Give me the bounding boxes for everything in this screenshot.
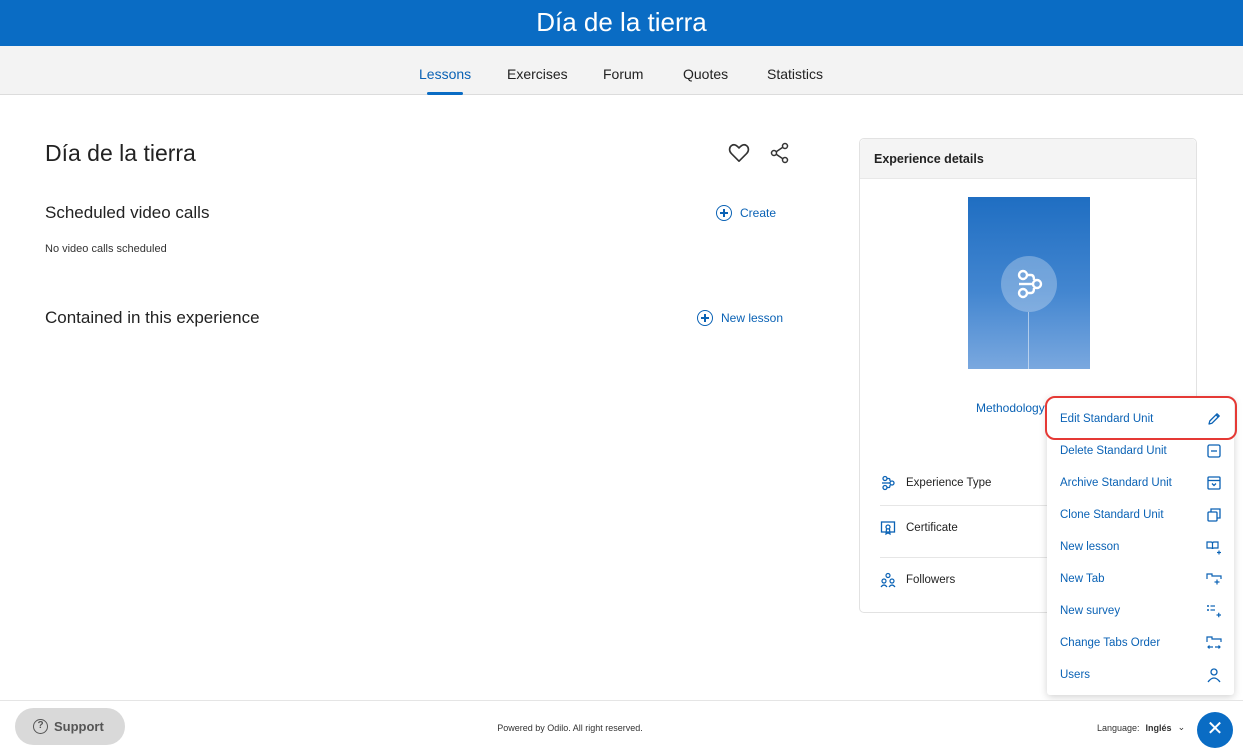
tab-bar: Lessons Exercises Forum Quotes Statistic…	[0, 46, 1243, 95]
chevron-down-icon: ⌄	[1177, 722, 1186, 732]
pencil-icon	[1208, 413, 1220, 425]
menu-item-new-lesson[interactable]: New lesson	[1047, 531, 1234, 563]
experience-cover-image	[968, 197, 1090, 369]
menu-item-edit-standard-unit[interactable]: Edit Standard Unit	[1047, 403, 1234, 435]
certificate-icon	[880, 520, 896, 535]
favorite-heart-icon[interactable]	[728, 143, 750, 163]
language-selector[interactable]: Language: Inglés ⌄	[1097, 722, 1185, 733]
create-video-call-button[interactable]: Create	[716, 205, 776, 221]
menu-item-clone-standard-unit[interactable]: Clone Standard Unit	[1047, 499, 1234, 531]
language-label: Language:	[1097, 722, 1140, 733]
video-calls-empty-text: No video calls scheduled	[45, 243, 167, 255]
close-menu-button[interactable]: ✕	[1197, 712, 1233, 748]
tab-statistics[interactable]: Statistics	[767, 46, 823, 95]
user-icon	[1207, 668, 1221, 683]
language-value: Inglés	[1145, 722, 1172, 733]
powered-by-text: Powered by Odilo. All right reserved.	[497, 723, 643, 733]
menu-item-new-tab[interactable]: New Tab	[1047, 563, 1234, 595]
video-calls-heading: Scheduled video calls	[45, 203, 210, 222]
tab-exercises[interactable]: Exercises	[507, 46, 568, 95]
new-survey-icon	[1207, 605, 1221, 618]
plus-circle-icon	[697, 310, 713, 326]
methodology-link[interactable]: Methodology	[976, 401, 1045, 415]
new-lesson-button[interactable]: New lesson	[697, 310, 783, 326]
menu-item-delete-standard-unit[interactable]: Delete Standard Unit	[1047, 435, 1234, 467]
menu-item-archive-standard-unit[interactable]: Archive Standard Unit	[1047, 467, 1234, 499]
new-lesson-icon	[1206, 541, 1221, 555]
actions-menu: Edit Standard Unit Delete Standard Unit …	[1047, 397, 1234, 695]
menu-item-users[interactable]: Users	[1047, 659, 1234, 691]
tab-lessons[interactable]: Lessons	[419, 46, 471, 95]
experience-type-icon	[882, 475, 895, 491]
menu-item-new-survey[interactable]: New survey	[1047, 595, 1234, 627]
archive-icon	[1207, 476, 1221, 490]
app-title: Día de la tierra	[536, 7, 707, 37]
new-tab-icon	[1206, 573, 1222, 585]
app-header: Día de la tierra	[0, 0, 1243, 46]
cover-badge	[1001, 256, 1057, 312]
delete-icon	[1207, 444, 1221, 458]
tab-forum[interactable]: Forum	[603, 46, 643, 95]
cover-divider	[1028, 312, 1029, 369]
page-title: Día de la tierra	[45, 140, 196, 166]
share-icon[interactable]	[770, 142, 790, 164]
tab-quotes[interactable]: Quotes	[683, 46, 728, 95]
flow-icon	[1017, 269, 1043, 299]
plus-circle-icon	[716, 205, 732, 221]
menu-item-change-tabs-order[interactable]: Change Tabs Order	[1047, 627, 1234, 659]
close-icon: ✕	[1206, 718, 1224, 740]
followers-icon	[880, 572, 896, 587]
panel-title: Experience details	[860, 139, 1196, 179]
reorder-tabs-icon	[1206, 636, 1222, 649]
active-tab-indicator	[427, 92, 464, 95]
clone-icon	[1207, 508, 1221, 522]
contained-heading: Contained in this experience	[45, 308, 260, 327]
